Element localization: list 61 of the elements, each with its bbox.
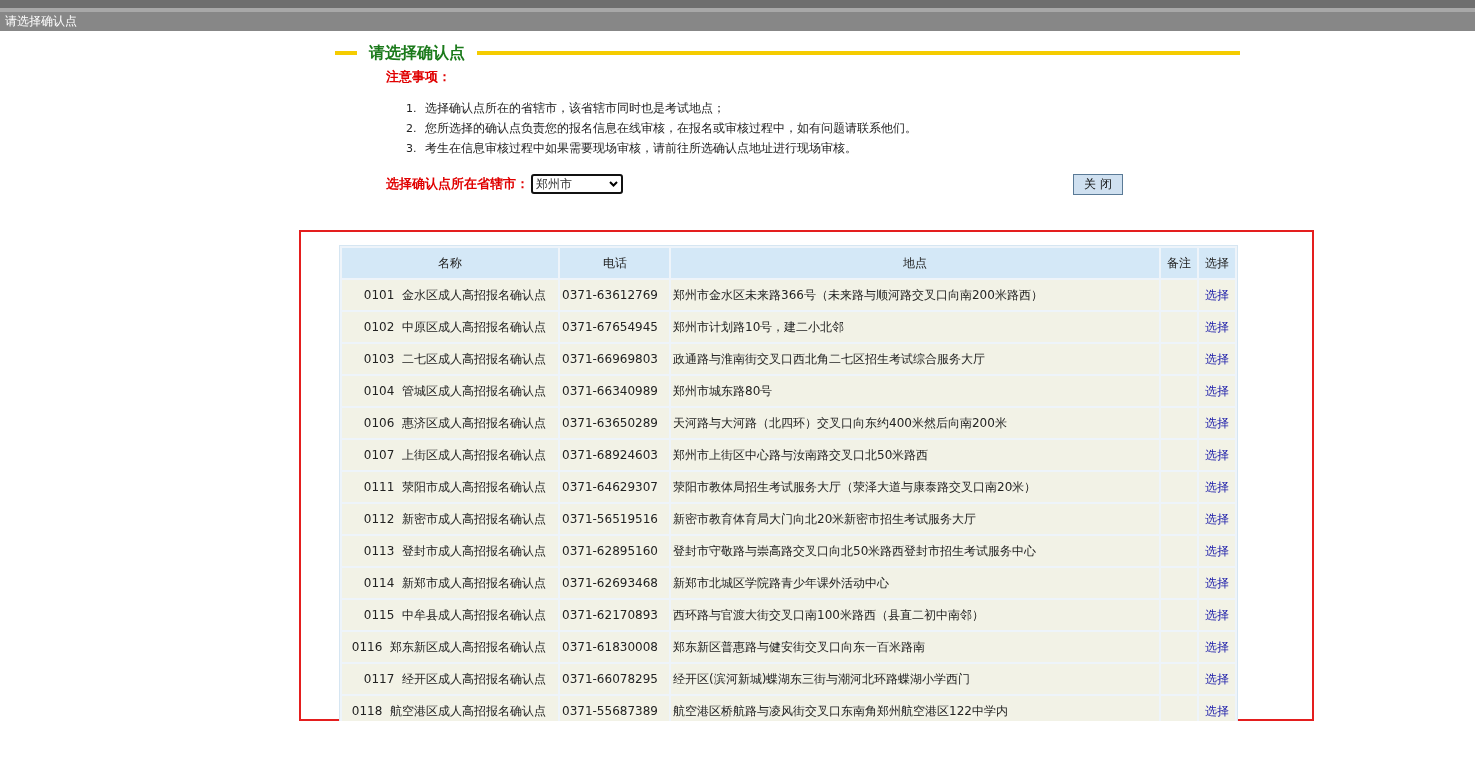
window-title: 请选择确认点 [0,12,1475,31]
table-cell: 0371-56519516 [560,504,669,534]
table-cell: 经开区(滨河新城)蝶湖东三街与潮河北环路蝶湖小学西门 [671,664,1159,694]
notice-title: 注意事项： [386,68,452,86]
table-cell: 新密市教育体育局大门向北20米新密市招生考试服务大厅 [671,504,1159,534]
table-cell: 0371-62895160 [560,536,669,566]
table-cell: 天河路与大河路（北四环）交叉口向东约400米然后向南200米 [671,408,1159,438]
table-cell: 0104 管城区成人高招报名确认点 [342,376,558,406]
note-text: 您所选择的确认点负责您的报名信息在线审核，在报名或审核过程中，如有问题请联系他们。 [424,119,917,137]
column-header: 备注 [1161,248,1197,278]
table-cell: 郑州市计划路10号，建二小北邻 [671,312,1159,342]
table-cell: 0371-64629307 [560,472,669,502]
table-cell: 郑州市金水区未来路366号（未来路与顺河路交叉口向南200米路西） [671,280,1159,310]
table-cell: 0106 惠济区成人高招报名确认点 [342,408,558,438]
column-header: 选择 [1199,248,1235,278]
table-cell: 0371-63650289 [560,408,669,438]
table-cell: 航空港区桥航路与凌风街交叉口东南角郑州航空港区122中学内 [671,696,1159,721]
table-cell: 郑州市城东路80号 [671,376,1159,406]
table-cell: 0115 中牟县成人高招报名确认点 [342,600,558,630]
column-header: 电话 [560,248,669,278]
table-cell: 0116 郑东新区成人高招报名确认点 [342,632,558,662]
table-cell: 西环路与官渡大街交叉口南100米路西（县直二初中南邻） [671,600,1159,630]
column-header: 名称 [342,248,558,278]
table-cell: 新郑市北城区学院路青少年课外活动中心 [671,568,1159,598]
table-cell: 登封市守敬路与崇高路交叉口向北50米路西登封市招生考试服务中心 [671,536,1159,566]
chevron-down-icon [609,181,618,187]
table-cell: 0371-68924603 [560,440,669,470]
city-label: 选择确认点所在省辖市： [386,175,529,193]
column-header: 地点 [671,248,1159,278]
page-heading: 请选择确认点 [369,42,465,64]
table-cell: 0118 航空港区成人高招报名确认点 [342,696,558,721]
table-cell: 0371-62170893 [560,600,669,630]
table-cell: 0111 荥阳市成人高招报名确认点 [342,472,558,502]
table-cell: 0103 二七区成人高招报名确认点 [342,344,558,374]
table-cell: 0107 上街区成人高招报名确认点 [342,440,558,470]
table-cell: 0113 登封市成人高招报名确认点 [342,536,558,566]
table-cell [1161,696,1197,721]
table-cell: 0114 新郑市成人高招报名确认点 [342,568,558,598]
table-cell: 0371-66340989 [560,376,669,406]
table-cell: 郑州市上街区中心路与汝南路交叉口北50米路西 [671,440,1159,470]
table-cell: 0371-66078295 [560,664,669,694]
note-number: 1. [406,101,417,115]
table-cell: 0371-61830008 [560,632,669,662]
city-select[interactable]: 郑州市 [531,174,623,194]
table-cell: 0371-62693468 [560,568,669,598]
table-cell: 荥阳市教体局招生考试服务大厅（荥泽大道与康泰路交叉口南20米） [671,472,1159,502]
note-number: 2. [406,121,417,135]
note-text: 选择确认点所在的省辖市，该省辖市同时也是考试地点； [424,99,725,117]
table-cell: 0101 金水区成人高招报名确认点 [342,280,558,310]
note-text: 考生在信息审核过程中如果需要现场审核，请前往所选确认点地址进行现场审核。 [424,139,857,157]
table-cell: 0112 新密市成人高招报名确认点 [342,504,558,534]
table-cell: 0371-66969803 [560,344,669,374]
close-button[interactable]: 关 闭 [1073,173,1123,195]
table-cell: 0371-67654945 [560,312,669,342]
table-cell: 0102 中原区成人高招报名确认点 [342,312,558,342]
table-cell: 0371-55687389 [560,696,669,721]
table-cell: 政通路与淮南街交叉口西北角二七区招生考试综合服务大厅 [671,344,1159,374]
table-cell: 0371-63612769 [560,280,669,310]
table-cell: 郑东新区普惠路与健安街交叉口向东一百米路南 [671,632,1159,662]
note-number: 3. [406,141,417,155]
table-cell: 0117 经开区成人高招报名确认点 [342,664,558,694]
